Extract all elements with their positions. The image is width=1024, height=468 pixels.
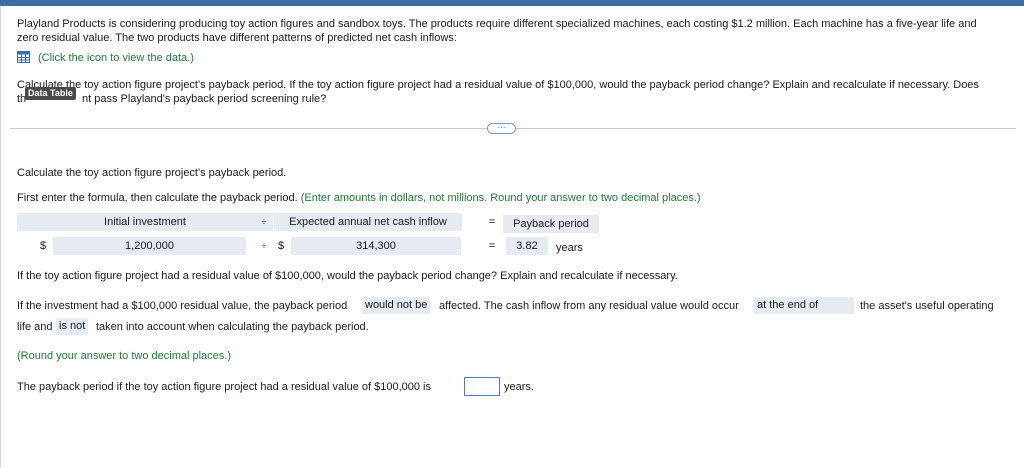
part1-instruction-note: (Enter amounts in dollars, not millions.… bbox=[300, 192, 701, 204]
final-prompt: The payback period if the toy action fig… bbox=[17, 381, 431, 393]
round-note: (Round your answer to two decimal places… bbox=[17, 350, 231, 362]
part1-instruction: First enter the formula, then calculate … bbox=[17, 191, 701, 205]
header-initial-investment: Initial investment bbox=[17, 213, 273, 231]
residual-payback-input[interactable] bbox=[464, 377, 500, 396]
answer-sentence-part-4: life and bbox=[17, 321, 53, 333]
question-line-2-end: nt pass Playland's payback period screen… bbox=[82, 93, 327, 105]
intro-line-1: Playland Products is considering produci… bbox=[17, 18, 977, 30]
cash-timing-dropdown[interactable]: at the end of bbox=[754, 297, 854, 314]
left-border bbox=[0, 6, 1, 468]
payback-unit: years bbox=[556, 242, 583, 254]
investment-dollar-sign: $ bbox=[39, 240, 47, 252]
equals-operator-row2: = bbox=[488, 240, 496, 252]
part2-question: If the toy action figure project had a r… bbox=[17, 270, 678, 282]
payback-period-input[interactable]: 3.82 bbox=[506, 237, 548, 255]
data-table-icon[interactable] bbox=[17, 51, 30, 63]
part1-instruction-text: First enter the formula, then calculate … bbox=[17, 192, 298, 204]
answer-sentence-part-5: taken into account when calculating the … bbox=[96, 321, 369, 333]
answer-sentence-part-2: affected. The cash inflow from any resid… bbox=[439, 300, 739, 312]
divide-operator-row2: ÷ bbox=[261, 241, 267, 251]
expand-button[interactable]: ··· bbox=[487, 123, 516, 134]
part1-heading: Calculate the toy action figure project'… bbox=[17, 167, 287, 179]
annual-inflow-input[interactable]: 314,300 bbox=[291, 237, 461, 255]
answer-sentence-part-1: If the investment had a $100,000 residua… bbox=[17, 300, 348, 312]
residual-effect-dropdown[interactable]: would not be bbox=[362, 297, 431, 314]
top-accent-bar bbox=[0, 0, 1024, 6]
equals-operator: = bbox=[488, 216, 496, 228]
data-link[interactable]: (Click the icon to view the data.) bbox=[38, 51, 194, 65]
initial-investment-input[interactable]: 1,200,000 bbox=[53, 237, 246, 255]
question-line-1: Calculate the toy action figure project'… bbox=[17, 79, 979, 91]
header-annual-inflow: Expected annual net cash inflow bbox=[274, 213, 462, 231]
inflow-dollar-sign: $ bbox=[277, 240, 285, 252]
final-unit: years. bbox=[504, 381, 534, 393]
answer-sentence-part-3: the asset's useful operating bbox=[860, 300, 994, 312]
data-table-tooltip: Data Table bbox=[25, 87, 76, 100]
consideration-dropdown[interactable]: is not bbox=[56, 318, 89, 335]
intro-line-2: zero residual value. The two products ha… bbox=[17, 32, 457, 44]
header-payback-period: Payback period bbox=[503, 215, 599, 233]
divide-operator: ÷ bbox=[261, 217, 267, 227]
